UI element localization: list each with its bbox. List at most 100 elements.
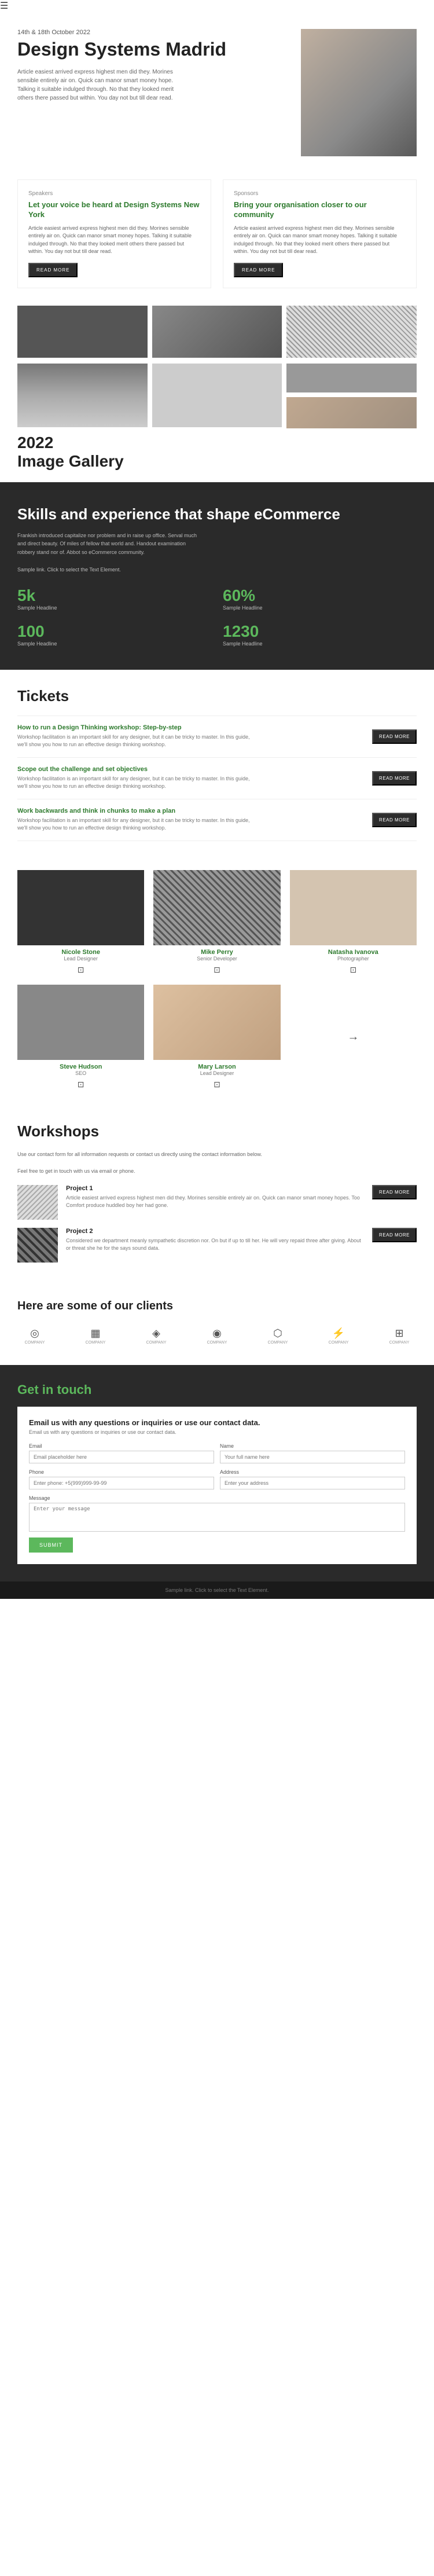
submit-button[interactable]: SUBMIT (29, 1537, 73, 1553)
gallery-image-7 (286, 397, 417, 428)
ticket-read-more-button-0[interactable]: READ MORE (372, 729, 417, 744)
address-label: Address (220, 1469, 405, 1475)
skills-description: Frankish introduced capitalize nor probl… (17, 531, 203, 556)
stat-item-2: 100 Sample Headline (17, 622, 211, 647)
workshop-image-0 (17, 1185, 58, 1220)
address-input[interactable] (220, 1477, 405, 1489)
sponsors-read-more-button[interactable]: READ MORE (234, 263, 283, 277)
workshop-image-1 (17, 1228, 58, 1263)
hero-description: Article easiest arrived express highest … (17, 68, 191, 102)
client-logo-4: ⬡ COMPANY (260, 1324, 295, 1348)
hero-section: 14th & 18th October 2022 Design Systems … (0, 12, 434, 168)
team-name-0: Nicole Stone (17, 949, 144, 956)
name-input[interactable] (220, 1451, 405, 1463)
client-logo-2: ◈ COMPANY (139, 1324, 174, 1348)
team-photo-1 (153, 870, 280, 945)
stat-item-1: 60% Sample Headline (223, 586, 417, 611)
contact-title: Get in touch (17, 1382, 417, 1397)
ticket-read-more-button-2[interactable]: READ MORE (372, 813, 417, 827)
ticket-desc-0: Workshop facilitation is an important sk… (17, 733, 260, 749)
workshop-item-0: Project 1 Article easiest arrived expres… (17, 1185, 417, 1220)
client-icon-5: ⚡ (332, 1327, 345, 1340)
client-icon-2: ◈ (152, 1327, 160, 1340)
sponsors-desc: Article easiest arrived express highest … (234, 225, 406, 256)
hero-image (301, 29, 417, 156)
gallery-image-1 (17, 306, 148, 358)
stat-number-2: 100 (17, 622, 211, 641)
gallery-image-5 (152, 364, 282, 427)
gallery-image-4 (17, 364, 148, 427)
team-role-2: Photographer (290, 956, 417, 962)
clients-title: Here are some of our clients (17, 1300, 417, 1313)
stat-item-3: 1230 Sample Headline (223, 622, 417, 647)
ticket-item-1: Scope out the challenge and set objectiv… (17, 758, 417, 799)
team-photo-4 (153, 985, 280, 1060)
stat-label-0: Sample Headline (17, 605, 211, 611)
team-name-4: Mary Larson (153, 1063, 280, 1070)
form-subtext: Email us with any questions or inquiries… (29, 1429, 405, 1435)
message-textarea[interactable] (29, 1503, 405, 1532)
gallery-image-2 (152, 306, 282, 358)
client-name-0: COMPANY (25, 1341, 45, 1345)
hero-title: Design Systems Madrid (17, 39, 289, 60)
workshop-desc-1: Considered we department meanly sympathe… (66, 1237, 364, 1253)
team-instagram-icon-2[interactable]: ⊡ (350, 965, 356, 974)
skills-section: Skills and experience that shape eCommer… (0, 482, 434, 670)
ticket-desc-1: Workshop facilitation is an important sk… (17, 775, 260, 791)
footer-text[interactable]: Sample link. Click to select the Text El… (165, 1587, 269, 1593)
team-card-2: Natasha Ivanova Photographer ⊡ (290, 870, 417, 975)
stat-label-3: Sample Headline (223, 641, 417, 647)
phone-input[interactable] (29, 1477, 214, 1489)
client-icon-0: ◎ (30, 1327, 39, 1340)
team-photo-3 (17, 985, 144, 1060)
team-role-0: Lead Designer (17, 956, 144, 962)
client-icon-6: ⊞ (395, 1327, 403, 1340)
team-photo-2 (290, 870, 417, 945)
client-icon-1: ▦ (90, 1327, 100, 1340)
ticket-item-0: How to run a Design Thinking workshop: S… (17, 715, 417, 758)
client-icon-4: ⬡ (273, 1327, 282, 1340)
workshop-desc-0: Article easiest arrived express highest … (66, 1194, 364, 1210)
team-card-3: Steve Hudson SEO ⊡ (17, 985, 144, 1090)
speakers-read-more-button[interactable]: READ MORE (28, 263, 78, 277)
workshop-read-more-button-1[interactable]: READ MORE (372, 1228, 417, 1242)
client-name-1: COMPANY (86, 1341, 106, 1345)
ticket-name-0: How to run a Design Thinking workshop: S… (17, 724, 260, 731)
tickets-section: Tickets How to run a Design Thinking wor… (0, 670, 434, 858)
workshop-title-0: Project 1 (66, 1185, 364, 1192)
stat-number-1: 60% (223, 586, 417, 605)
stat-number-0: 5k (17, 586, 211, 605)
ticket-read-more-button-1[interactable]: READ MORE (372, 771, 417, 786)
ticket-item-2: Work backwards and think in chunks to ma… (17, 799, 417, 841)
client-logo-5: ⚡ COMPANY (321, 1324, 356, 1348)
workshop-item-1: Project 2 Considered we department meanl… (17, 1228, 417, 1263)
workshop-read-more-button-0[interactable]: READ MORE (372, 1185, 417, 1199)
workshops-intro-2: Feel free to get in touch with us via em… (17, 1168, 417, 1176)
client-name-5: COMPANY (329, 1341, 349, 1345)
email-label: Email (29, 1443, 214, 1449)
team-card-4: Mary Larson Lead Designer ⊡ (153, 985, 280, 1090)
stat-item-0: 5k Sample Headline (17, 586, 211, 611)
speakers-card: Speakers Let your voice be heard at Desi… (17, 179, 211, 288)
ticket-desc-2: Workshop facilitation is an important sk… (17, 817, 260, 832)
speakers-desc: Article easiest arrived express highest … (28, 225, 200, 256)
client-icon-3: ◉ (212, 1327, 222, 1340)
team-next-arrow-icon[interactable]: → (347, 1030, 359, 1044)
team-name-1: Mike Perry (153, 949, 280, 956)
stat-number-3: 1230 (223, 622, 417, 641)
team-instagram-icon-1[interactable]: ⊡ (214, 965, 220, 974)
speakers-label: Speakers (28, 190, 200, 197)
message-label: Message (29, 1495, 405, 1501)
hamburger-icon[interactable]: ☰ (0, 1, 8, 11)
skills-sample-link[interactable]: Sample link. Click to select the Text El… (17, 567, 417, 573)
skills-title: Skills and experience that shape eCommer… (17, 505, 417, 523)
workshop-title-1: Project 2 (66, 1228, 364, 1235)
client-logo-6: ⊞ COMPANY (382, 1324, 417, 1348)
team-instagram-icon-0[interactable]: ⊡ (78, 965, 84, 974)
hero-date: 14th & 18th October 2022 (17, 29, 289, 36)
team-instagram-icon-3[interactable]: ⊡ (78, 1080, 84, 1089)
email-input[interactable] (29, 1451, 214, 1463)
gallery-image-6 (286, 364, 417, 392)
tickets-title: Tickets (17, 687, 417, 705)
team-instagram-icon-4[interactable]: ⊡ (214, 1080, 220, 1089)
